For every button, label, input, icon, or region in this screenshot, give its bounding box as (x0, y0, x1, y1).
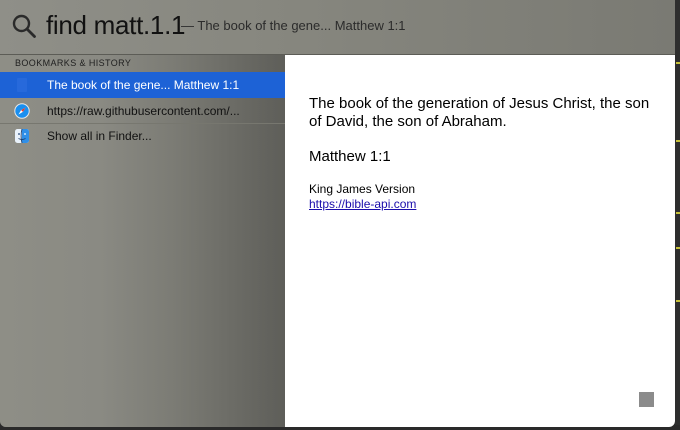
result-item-url[interactable]: https://raw.githubusercontent.com/... (0, 98, 285, 124)
search-icon (12, 14, 36, 38)
section-header: BOOKMARKS & HISTORY (15, 58, 132, 68)
stop-square-icon[interactable] (639, 392, 654, 407)
background-code-mark (676, 300, 680, 302)
preview-pane: The book of the generation of Jesus Chri… (285, 55, 675, 427)
result-item-label: Show all in Finder... (47, 129, 152, 143)
background-code-mark (676, 212, 680, 214)
results-list: BOOKMARKS & HISTORY The book of the gene… (0, 55, 285, 427)
background-code-mark (676, 62, 680, 64)
safari-compass-icon (14, 103, 30, 119)
background-window-edge (675, 0, 680, 430)
result-item-verse[interactable]: The book of the gene... Matthew 1:1 (0, 72, 285, 98)
verse-reference: Matthew 1:1 (309, 148, 391, 165)
search-completion-hint: — The book of the gene... Matthew 1:1 (181, 18, 406, 33)
result-item-show-in-finder[interactable]: Show all in Finder... (0, 123, 285, 149)
bible-version: King James Version (309, 182, 416, 196)
verse-text: The book of the generation of Jesus Chri… (309, 95, 650, 130)
background-code-mark (676, 140, 680, 142)
result-item-label: The book of the gene... Matthew 1:1 (47, 78, 240, 92)
finder-icon (15, 128, 29, 144)
source-link[interactable]: https://bible-api.com (309, 197, 416, 211)
search-bar[interactable]: find matt.1.1 — The book of the gene... … (0, 0, 675, 55)
page-icon (17, 78, 27, 92)
background-code-mark (676, 247, 680, 249)
result-item-label: https://raw.githubusercontent.com/... (47, 104, 240, 118)
spotlight-panel: find matt.1.1 — The book of the gene... … (0, 0, 675, 427)
search-input[interactable]: find matt.1.1 (46, 10, 185, 41)
